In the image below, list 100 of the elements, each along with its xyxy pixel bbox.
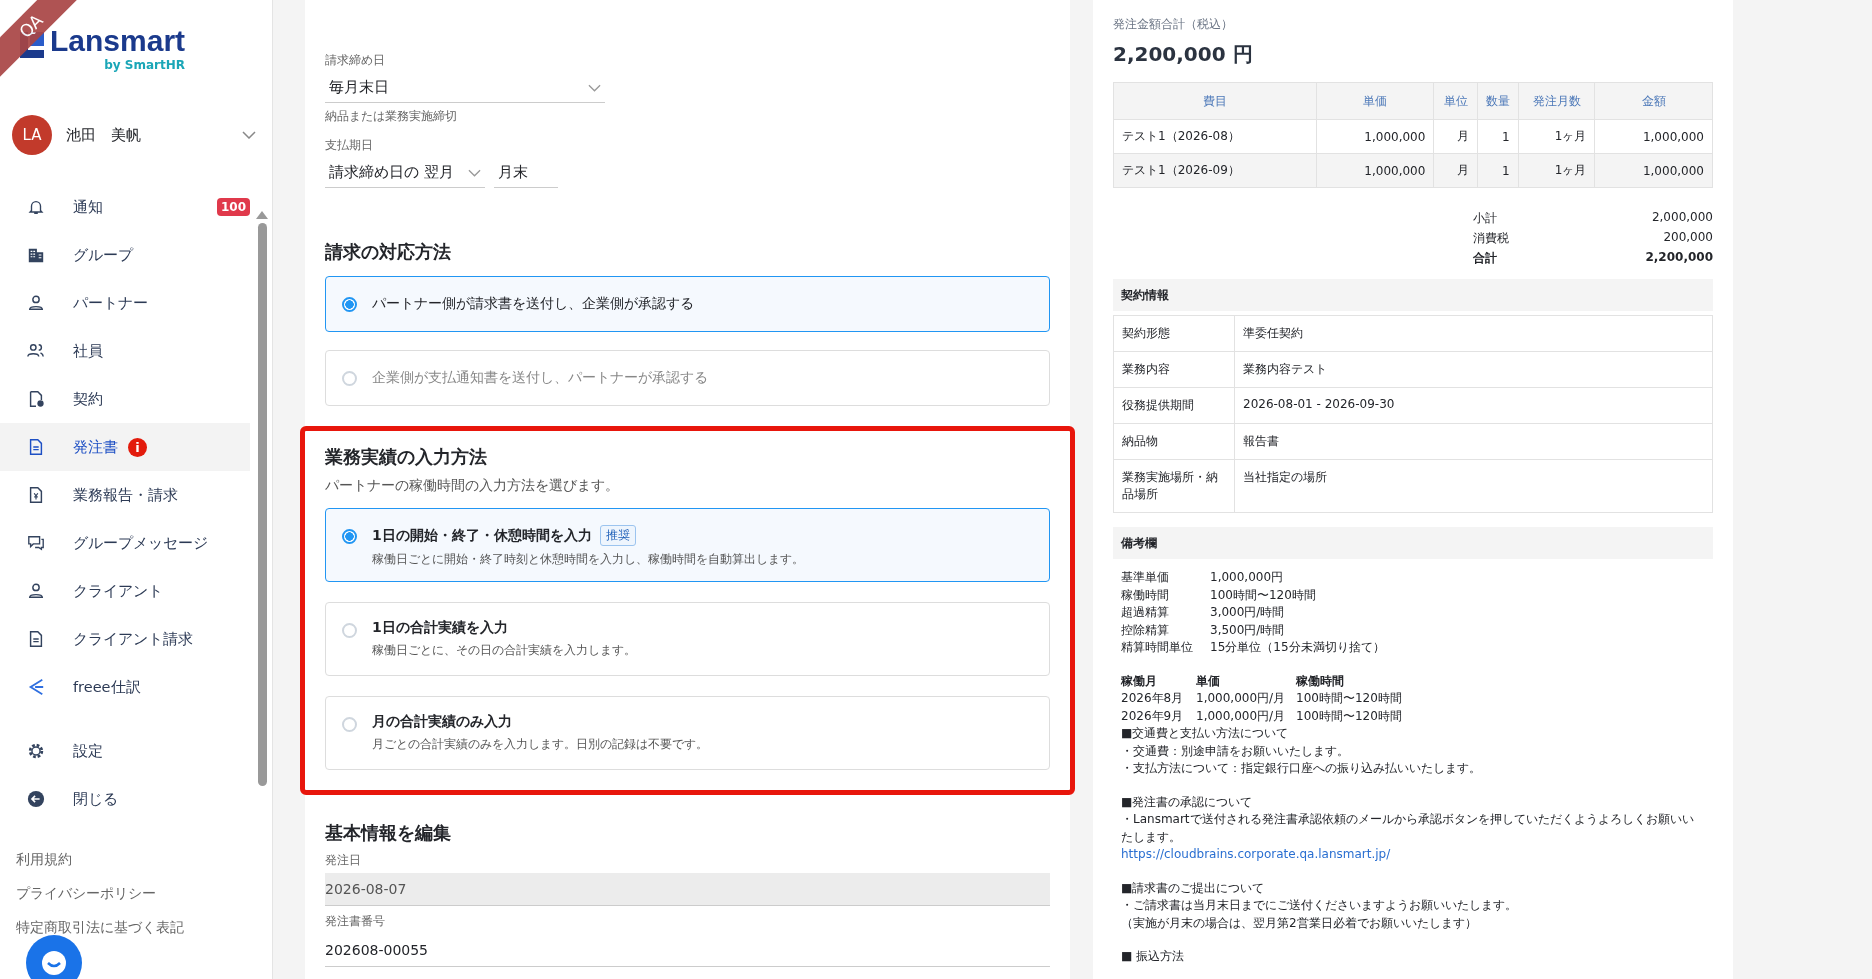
column-header: 単位 [1433,82,1478,120]
nav-item[interactable]: パートナー [0,279,250,327]
chevron-down-icon [242,131,256,139]
scrollbar[interactable] [256,211,268,786]
nav-item[interactable]: 業務報告・請求 [0,471,250,519]
table-cell: 業務内容テスト [1234,351,1713,388]
document-check-icon [27,390,45,408]
document-icon [27,438,45,456]
chat-icon [27,534,45,552]
remark-line: ■発注書の承認について [1121,793,1254,811]
alert-badge: i [128,437,147,457]
footer-link[interactable]: 特定商取引法に基づく表記 [16,919,272,937]
field-label: 支払期日 [325,138,374,153]
table-cell: 1,000,000 [1594,153,1713,188]
arrow-icon [27,678,45,696]
remark-column-header: 単価 [1196,672,1221,690]
section-title: 基本情報を編集 [325,822,452,845]
table-cell: 業務内容 [1113,351,1235,388]
radio-option[interactable]: 1日の開始・終了・休憩時間を入力 推奨 稼働日ごとに開始・終了時刻と休憩時間を入力し、稼働時間を自動算出します。 [325,508,1050,582]
radio-button[interactable] [342,296,357,312]
bell-icon [27,198,45,216]
remark-value: 3,000円/時間 [1210,604,1285,621]
section-title: 請求の対応方法 [325,241,452,264]
remark-label: 基準単価 [1121,569,1170,586]
table-cell: 2026-08-01 - 2026-09-30 [1234,387,1713,424]
remark-line: ・Lansmartで送付される発注書承認依頼のメールから承認ボタンを押していただくようよろしくお願いいたします。 [1121,811,1695,846]
notification-count: 100 [216,198,250,216]
table-cell: 1,000,000 [1316,119,1434,154]
closing-day-select[interactable]: 毎月末日 [325,73,605,103]
nav-item[interactable]: クライアント請求 [0,615,250,663]
radio-button[interactable] [342,529,357,544]
radio-option[interactable]: パートナー側が請求書を送付し、企業側が承認する [325,276,1050,332]
total-amount: 2,200,000 円 [1113,41,1254,68]
remark-line: ・支払方法について：指定銀行口座への振り込み払いいたします。 [1121,760,1482,777]
table-cell: 準委任契約 [1234,315,1713,352]
nav-item[interactable]: freee仕訳 [0,663,250,711]
total-row-value: 2,200,000 [1645,250,1713,266]
payment-day-field[interactable]: 月末 [494,158,558,188]
person-icon [27,582,45,600]
option-title: 月の合計実績のみ入力 [372,713,512,731]
nav-item[interactable]: グループ [0,231,250,279]
nav-item[interactable]: グループメッセージ [0,519,250,567]
chevron-down-icon [468,168,481,177]
option-label: 企業側が支払通知書を送付し、パートナーが承認する [372,369,708,387]
table-cell: 役務提供期間 [1113,387,1235,424]
nav-item[interactable]: クライアント [0,567,250,615]
nav-item[interactable]: 発注書 i [0,423,250,471]
radio-option[interactable]: 1日の合計実績を入力 稼働日ごとに、その日の合計実績を入力します。 [325,602,1050,676]
nav-item[interactable]: 契約 [0,375,250,423]
column-header: 単価 [1316,82,1434,120]
option-description: 月ごとの合計実績のみを入力します。日別の記録は不要です。 [372,737,708,752]
table-cell: 納品物 [1113,423,1235,460]
table-cell: 1 [1477,119,1519,154]
table-cell: 月 [1433,119,1478,154]
column-header: 金額 [1594,82,1713,120]
column-header: 数量 [1477,82,1519,120]
total-row-label: 消費税 [1473,230,1509,247]
radio-option[interactable]: 月の合計実績のみ入力 月ごとの合計実績のみを入力します。日別の記録は不要です。 [325,696,1050,770]
total-row-label: 合計 [1473,250,1497,267]
link[interactable]: https://cloudbrains.corporate.qa.lansmart.jp/ [1121,846,1705,864]
footer-link[interactable]: プライバシーポリシー [16,885,272,903]
nav-item[interactable]: 通知 100 [0,183,250,231]
field-label: 請求締め日 [325,53,386,68]
section-description: パートナーの稼働時間の入力方法を選びます。 [325,477,620,495]
remark-cell-text: 100時間〜120時間 [1296,690,1402,707]
remark-line: （実施が月末の場合は、翌月第2営業日必着でお願いいたします） [1121,914,1478,932]
footer-link[interactable]: 利用規約 [16,851,272,869]
option-title: 1日の開始・終了・休憩時間を入力 [372,526,592,545]
remark-cell: 100時間〜120時間 [1296,707,1402,725]
user-menu[interactable]: LA 池田 美帆 [12,113,256,157]
remark-label: 控除精算 [1121,621,1170,639]
back-icon [27,790,45,808]
table-cell: 報告書 [1234,423,1713,460]
table-cell: 1,000,000 [1316,153,1434,188]
total-label: 発注金額合計（税込） [1113,16,1234,33]
column-header: 費目 [1113,82,1317,120]
payment-month-select[interactable]: 請求締め日の 翌月 [325,158,485,188]
nav-item[interactable]: 設定 [0,727,250,775]
chevron-down-icon [588,83,601,92]
remark-cell-text: 2026年9月 [1121,707,1185,725]
recommended-tag: 推奨 [599,525,636,546]
table-cell: テスト1（2026-08） [1113,119,1317,154]
option-title: 1日の合計実績を入力 [372,619,508,637]
table-cell: 業務実施場所・納品場所 [1113,459,1235,513]
table-cell: 当社指定の場所 [1234,459,1713,513]
logo-text: Lansmart [50,26,186,56]
remark-value: 15分単位（15分未満切り捨て） [1210,639,1385,656]
chat-button[interactable] [26,935,82,979]
remark-line: ・交通費：別途申請をお願いいたします。 [1121,742,1350,760]
table-cell: 契約形態 [1113,315,1235,352]
table-cell: 1ヶ月 [1518,119,1595,154]
remark-label: 超過精算 [1121,604,1170,621]
remark-column-header: 稼働時間 [1296,672,1344,690]
remark-line: ■ 振込方法 [1121,948,1186,965]
option-description: 稼働日ごとに開始・終了時刻と休憩時間を入力し、稼働時間を自動算出します。 [372,552,804,567]
input-field[interactable]: 202608-00055 [325,934,1050,967]
yen-document-icon [27,486,45,504]
settings-icon [27,742,45,760]
nav-item[interactable]: 社員 [0,327,250,375]
nav-item[interactable]: 閉じる [0,775,250,823]
